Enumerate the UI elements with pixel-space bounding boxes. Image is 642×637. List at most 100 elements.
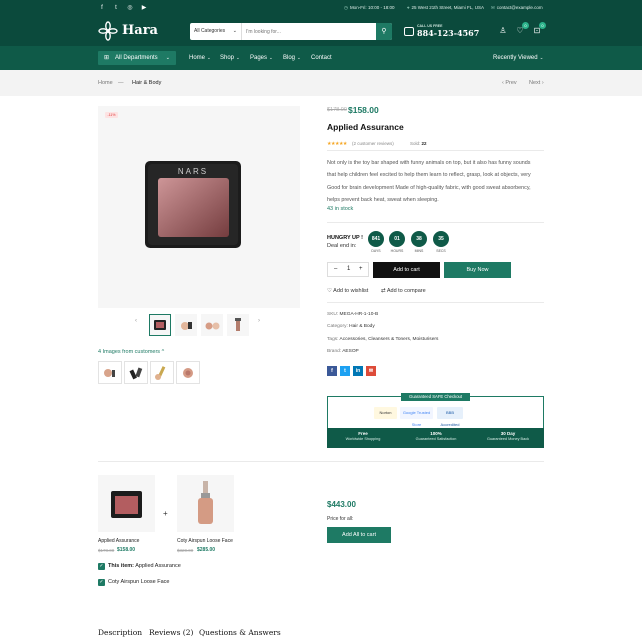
stock-status: 43 in stock — [327, 206, 354, 212]
rating-stars: ★★★★★ — [327, 141, 347, 147]
bundle-check-label-2[interactable]: Coty Airspun Loose Face — [108, 579, 169, 585]
tab-questions-answers[interactable]: Questions & Answers — [199, 628, 281, 637]
nav-label: Blog — [283, 55, 296, 61]
brand-label: Brand: — [327, 349, 342, 354]
bundle-item-name[interactable]: Applied Assurance — [98, 538, 139, 544]
header: Hara All Categories ⌄ ⚲ CALL US FREE 884… — [0, 16, 642, 46]
tags-value[interactable]: Accessories, Cleansers & Toners, Moistur… — [340, 337, 439, 342]
add-to-wishlist-link[interactable]: ♡ Add to wishlist — [327, 288, 368, 294]
thumb-next-icon[interactable]: › — [258, 318, 260, 324]
breadcrumb-current: Hair & Body — [132, 80, 162, 86]
brand-value[interactable]: AESOP — [342, 349, 359, 354]
serum-bottle-image — [198, 481, 213, 524]
logo-icon[interactable] — [98, 21, 118, 41]
feature-title: Free — [358, 431, 368, 436]
customer-image-pic — [155, 366, 166, 380]
address-text: 25 West 21th Street, Miami FL, USA — [411, 5, 484, 10]
customer-image[interactable] — [150, 361, 174, 384]
email-text[interactable]: contact@example.com — [497, 5, 543, 10]
search-button[interactable]: ⚲ — [376, 23, 392, 40]
next-link[interactable]: Next › — [529, 70, 544, 96]
share-linkedin-icon[interactable]: in — [353, 366, 363, 376]
all-departments-button[interactable]: ⊞ All Departments ⌄ — [98, 51, 176, 65]
thumbnail[interactable] — [227, 314, 249, 336]
share-email-icon[interactable]: ✉ — [366, 366, 376, 376]
buy-now-button[interactable]: Buy Now — [444, 262, 511, 278]
thumbnail-image — [235, 318, 241, 331]
customer-image[interactable] — [176, 361, 200, 384]
countdown-secs: 35 — [433, 231, 449, 247]
thumb-prev-icon[interactable]: ‹ — [135, 318, 137, 324]
recently-viewed[interactable]: Recently Viewed ⌄ — [493, 46, 543, 70]
quantity-value[interactable]: 1 — [347, 263, 350, 276]
thumbnail[interactable] — [201, 314, 223, 336]
nav-item-blog[interactable]: Blog ⌄ — [283, 46, 301, 70]
tab-description[interactable]: Description — [98, 628, 142, 637]
feature-sub: Worldwide Shopping — [345, 437, 381, 441]
bundle-checkbox-2[interactable]: ✓ — [98, 579, 105, 586]
user-icon[interactable]: ♙ — [497, 25, 509, 37]
chevron-down-icon: ⌄ — [269, 55, 273, 60]
feature-money-back: 30 Day Guaranteed Money Back — [478, 431, 538, 441]
email-info[interactable]: ✉ contact@example.com — [491, 4, 543, 12]
prev-link[interactable]: ‹ Prev — [502, 70, 517, 96]
add-to-cart-button[interactable]: Add to cart — [373, 262, 440, 278]
feature-free-shipping: Free Worldwide Shopping — [333, 431, 393, 441]
cart-count: 0 — [539, 22, 546, 29]
countdown-label: SECS — [436, 249, 446, 253]
category-label: Category: — [327, 324, 348, 329]
nav-item-home[interactable]: Home ⌄ — [189, 46, 211, 70]
countdown-label: MINS — [414, 249, 424, 253]
search-input[interactable] — [246, 26, 366, 37]
tab-reviews[interactable]: Reviews (2) — [149, 628, 193, 637]
category-value[interactable]: Hair & Body — [349, 324, 375, 329]
feature-sub: Guaranteed Money Back — [486, 437, 529, 441]
customer-image[interactable] — [98, 361, 122, 384]
add-to-compare-link[interactable]: ⇄ Add to compare — [381, 288, 426, 294]
facebook-icon[interactable]: f — [98, 4, 106, 12]
reviews-link[interactable]: (2 customer reviews) — [352, 141, 394, 146]
heart-icon: ♡ — [327, 288, 332, 294]
plus-icon: + — [163, 509, 168, 518]
thumbnail[interactable] — [175, 314, 197, 336]
chevron-down-icon: ⌄ — [539, 55, 544, 60]
tags-label: Tags: — [327, 337, 339, 342]
thumbnail[interactable] — [149, 314, 171, 336]
bundle-item-old-price: $320.00 — [177, 548, 194, 553]
nav-item-pages[interactable]: Pages ⌄ — [250, 46, 273, 70]
bundle-item-name[interactable]: Coty Airspun Loose Face — [177, 538, 233, 544]
share-twitter-icon[interactable]: t — [340, 366, 350, 376]
bundle-item-image[interactable] — [177, 475, 234, 532]
share-facebook-icon[interactable]: f — [327, 366, 337, 376]
bundle-item-price: $158.00 — [117, 547, 136, 553]
breadcrumb-separator: — — [118, 80, 124, 86]
youtube-icon[interactable]: ▶ — [140, 4, 148, 12]
cart-icon[interactable]: ⊡ 0 — [531, 22, 546, 37]
increase-button[interactable]: + — [359, 263, 363, 276]
bundle-item-price: $285.00 — [197, 547, 216, 553]
bundle-item-image[interactable] — [98, 475, 155, 532]
breadcrumb-home[interactable]: Home — [98, 70, 113, 96]
nav-item-contact[interactable]: Contact — [311, 46, 332, 70]
customer-images-link[interactable]: 4 Images from customers ^ — [98, 349, 164, 355]
grid-icon: ⊞ — [104, 55, 110, 61]
instagram-icon[interactable]: ◎ — [126, 4, 134, 12]
twitter-icon[interactable]: t — [112, 4, 120, 12]
deal-title: HUNGRY UP ! — [327, 235, 363, 241]
phone-number[interactable]: 884-123-4567 — [417, 28, 479, 38]
wishlist-icon[interactable]: ♡ 0 — [514, 22, 529, 37]
search-category-select[interactable]: All Categories ⌄ — [194, 23, 242, 40]
bundle-checkbox-1[interactable]: ✓ — [98, 563, 105, 570]
sold-count: 22 — [421, 141, 427, 146]
current-price: $158.00 — [348, 105, 379, 115]
sold-info: Sold: 22 — [410, 141, 427, 146]
nav-item-shop[interactable]: Shop ⌄ — [220, 46, 240, 70]
search-bar: All Categories ⌄ ⚲ — [190, 23, 392, 40]
add-all-to-cart-button[interactable]: Add All to cart — [327, 527, 391, 543]
product-main-image[interactable]: NARS — [98, 106, 300, 308]
customer-image[interactable] — [124, 361, 148, 384]
decrease-button[interactable]: – — [334, 263, 337, 276]
quantity-stepper: – 1 + — [327, 262, 369, 277]
logo-text[interactable]: Hara — [122, 23, 158, 38]
main-nav: ⊞ All Departments ⌄ Home ⌄ Shop ⌄ Pages ⌄ B… — [0, 46, 642, 70]
